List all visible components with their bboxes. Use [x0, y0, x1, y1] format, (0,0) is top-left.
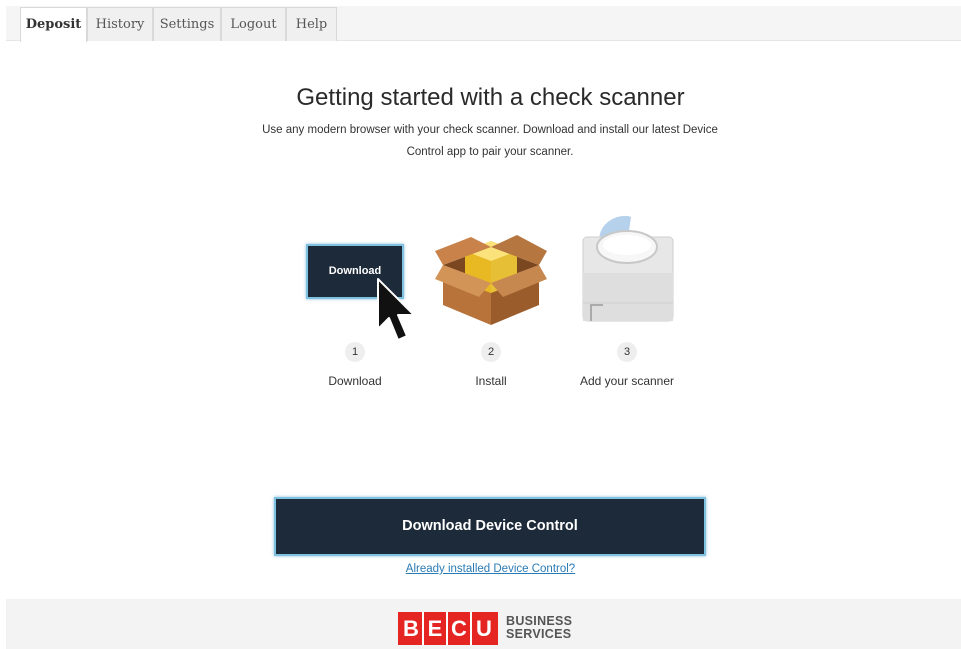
package-box-icon [435, 235, 547, 325]
step-number-1: 1 [345, 342, 365, 362]
step-label-install: Install [475, 374, 507, 388]
download-device-control-button[interactable]: Download Device Control [274, 497, 706, 556]
check-scanner-icon [582, 215, 674, 322]
tab-bar: Deposit History Settings Logout Help [6, 6, 961, 42]
page-subtitle: Use any modern browser with your check s… [262, 124, 718, 158]
step-number-3: 3 [617, 342, 637, 362]
logo-text-line2: SERVICES [506, 627, 572, 641]
step-number-2: 2 [481, 342, 501, 362]
step-label-download: Download [328, 374, 382, 388]
tab-logout[interactable]: Logout [221, 7, 286, 41]
mouse-pointer-icon [377, 278, 415, 341]
logo-text: BUSINESS SERVICES [506, 615, 572, 641]
logo-letters: B E C U [398, 611, 498, 645]
already-installed-link[interactable]: Already installed Device Control? [0, 563, 961, 575]
logo-letter: C [448, 611, 472, 645]
logo-letter: U [476, 615, 492, 641]
tab-deposit[interactable]: Deposit [20, 7, 87, 42]
step-label-add-scanner: Add your scanner [579, 374, 675, 388]
page-title: Getting started with a check scanner [296, 84, 685, 111]
tab-history[interactable]: History [87, 7, 153, 41]
logo-letter: E [424, 611, 448, 645]
logo-letter: B [400, 611, 424, 645]
tab-help[interactable]: Help [286, 7, 337, 41]
tab-settings[interactable]: Settings [153, 7, 221, 41]
becu-logo: B E C U BUSINESS SERVICES [398, 611, 572, 645]
